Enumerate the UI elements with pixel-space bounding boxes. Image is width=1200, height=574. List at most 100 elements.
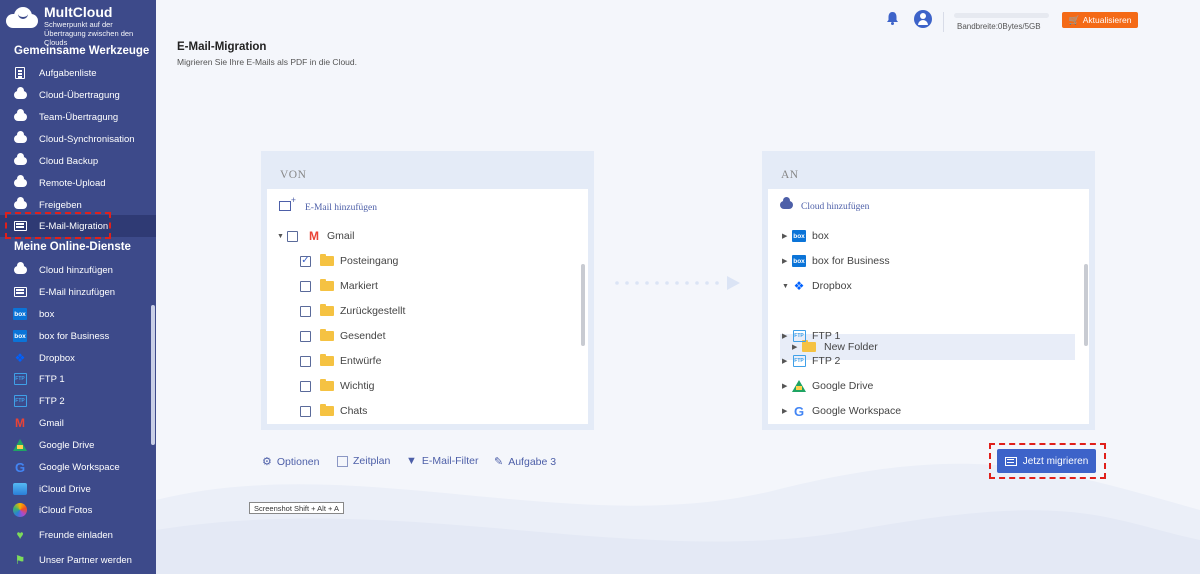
to-panel-scrollbar[interactable] [1084,264,1088,346]
sidebar-item-cloud-backup[interactable]: Cloud Backup [0,150,156,172]
ftp-icon: FTP [792,330,806,342]
caret-right-icon[interactable]: ▶ [782,407,792,415]
folder-icon [320,254,334,266]
tree-row-folder[interactable]: Zurückgestellt [300,301,405,321]
caret-right-icon[interactable]: ▶ [782,382,792,390]
task-name-button[interactable]: ✎ Aufgabe 3 [494,455,556,469]
checkbox[interactable] [300,355,311,367]
sidebar-item-icloud-drive[interactable]: iCloud Drive [0,478,156,500]
caret-right-icon[interactable]: ▶ [782,232,792,240]
sidebar-item-label: Remote-Upload [39,177,106,189]
tree-row-ftp2[interactable]: ▶ FTP FTP 2 [782,351,840,371]
schedule-button[interactable]: Zeitplan [337,455,390,467]
page-subtitle: Migrieren Sie Ihre E-Mails als PDF in di… [177,57,357,67]
cloud-transfer-icon [13,87,27,102]
user-avatar-icon[interactable] [914,10,932,28]
sidebar-item-invite-friends[interactable]: ♥ Freunde einladen [0,524,156,546]
sidebar-scrollbar[interactable] [151,305,155,445]
box-icon: box [792,230,806,242]
icloud-photos-icon [13,503,27,517]
sidebar-item-ftp1[interactable]: FTP FTP 1 [0,368,156,390]
checkbox[interactable] [287,230,298,242]
from-panel-scrollbar[interactable] [581,264,585,346]
email-filter-button[interactable]: ▼ E-Mail-Filter [406,455,478,467]
sidebar-item-label: Freigeben [39,199,82,211]
sidebar-item-cloud-sync[interactable]: Cloud-Synchronisation [0,128,156,150]
sidebar-item-label: Cloud-Übertragung [39,89,120,101]
bell-icon[interactable] [886,11,899,25]
box-icon: box [13,307,27,321]
sidebar-item-google-workspace[interactable]: G Google Workspace [0,456,156,478]
tree-row-google-drive[interactable]: ▶ Google Drive [782,376,873,396]
tree-row-box[interactable]: ▶ box box [782,226,829,246]
tree-row-dropbox[interactable]: ▼ ❖ Dropbox [782,276,852,296]
tree-row-folder[interactable]: ✓ Posteingang [300,251,398,271]
cloud-sync-icon [13,131,27,146]
pencil-icon: ✎ [494,456,504,468]
tree-row-folder[interactable]: Chats [300,401,367,421]
dropbox-icon: ❖ [14,351,26,365]
tree-row-folder[interactable]: Wichtig [300,376,374,396]
sidebar-item-add-email[interactable]: E-Mail hinzufügen [0,281,156,303]
tree-row-folder[interactable]: Gesendet [300,326,386,346]
tree-row-folder[interactable]: Entwürfe [300,351,381,371]
caret-right-icon[interactable]: ▶ [782,332,792,340]
box-business-icon: box [13,329,27,343]
arrow-right-icon [727,276,740,290]
folder-icon [320,304,334,316]
upgrade-button[interactable]: 🛒 Aktualisieren [1062,12,1138,28]
sidebar-item-cloud-transfer[interactable]: Cloud-Übertragung [0,84,156,106]
tree-row-google-workspace[interactable]: ▶ G Google Workspace [782,401,901,421]
add-cloud-link[interactable]: Cloud hinzufügen [780,197,869,212]
tree-label: Markiert [340,280,378,292]
google-workspace-icon: G [14,459,26,475]
tree-label: Entwürfe [340,355,382,367]
sidebar-item-box-business[interactable]: box box for Business [0,325,156,347]
sidebar-item-label: Google Workspace [39,461,120,473]
ftp-icon: FTP [13,372,27,386]
caret-down-icon[interactable]: ▼ [277,233,287,240]
sidebar-item-partner[interactable]: ⚑ Unser Partner werden [0,549,156,571]
sidebar-item-ftp2[interactable]: FTP FTP 2 [0,390,156,412]
section-title-services: Meine Online-Dienste [14,241,131,253]
ftp-icon: FTP [792,355,806,367]
caret-down-icon[interactable]: ▼ [782,283,792,290]
checkbox[interactable] [300,330,311,342]
checkbox[interactable] [300,305,311,317]
upgrade-button-label: Aktualisieren [1082,15,1132,25]
checkbox[interactable] [300,405,311,417]
sidebar-item-label: E-Mail hinzufügen [39,286,116,298]
sidebar-item-google-drive[interactable]: Google Drive [0,434,156,456]
page-title: E-Mail-Migration [177,41,267,53]
folder-icon [320,329,334,341]
caret-right-icon[interactable]: ▶ [782,257,792,265]
checkbox-checked[interactable]: ✓ [300,255,311,267]
tree-row-ftp1[interactable]: ▶ FTP FTP 1 [782,326,840,346]
tree-row-folder[interactable]: Markiert [300,276,378,296]
task-list-icon [13,66,27,80]
sidebar-item-gmail[interactable]: M Gmail [0,412,156,434]
from-panel-header: VON [267,157,588,189]
caret-right-icon[interactable]: ▶ [782,357,792,365]
sidebar-item-box[interactable]: box box [0,303,156,325]
migrate-now-button[interactable]: Jetzt migrieren [997,449,1096,473]
options-button[interactable]: ⚙ Optionen [262,455,320,469]
add-email-link[interactable]: E-Mail hinzufügen [279,195,378,214]
checkbox[interactable] [300,380,311,392]
sidebar-item-team-transfer[interactable]: Team-Übertragung [0,106,156,128]
checkbox[interactable] [300,280,311,292]
google-drive-icon [792,380,806,392]
logo-title: MultCloud [44,4,113,20]
cart-icon: 🛒 [1068,14,1080,25]
sidebar-item-add-cloud[interactable]: Cloud hinzufügen [0,259,156,281]
tree-row-gmail[interactable]: ▼ M Gmail [277,226,354,246]
add-cloud-icon [780,197,793,212]
sidebar-item-icloud-photos[interactable]: iCloud Fotos [0,499,156,521]
sidebar-item-task-list[interactable]: Aufgabenliste [0,62,156,84]
sidebar-item-remote-upload[interactable]: Remote-Upload [0,172,156,194]
tree-row-box-business[interactable]: ▶ box box for Business [782,251,890,271]
add-email-label: E-Mail hinzufügen [305,202,378,213]
sidebar-item-label: Gmail [39,417,64,429]
app-logo[interactable]: MultCloud Schwerpunkt auf der Übertragun… [4,4,144,47]
sidebar-item-dropbox[interactable]: ❖ Dropbox [0,347,156,369]
